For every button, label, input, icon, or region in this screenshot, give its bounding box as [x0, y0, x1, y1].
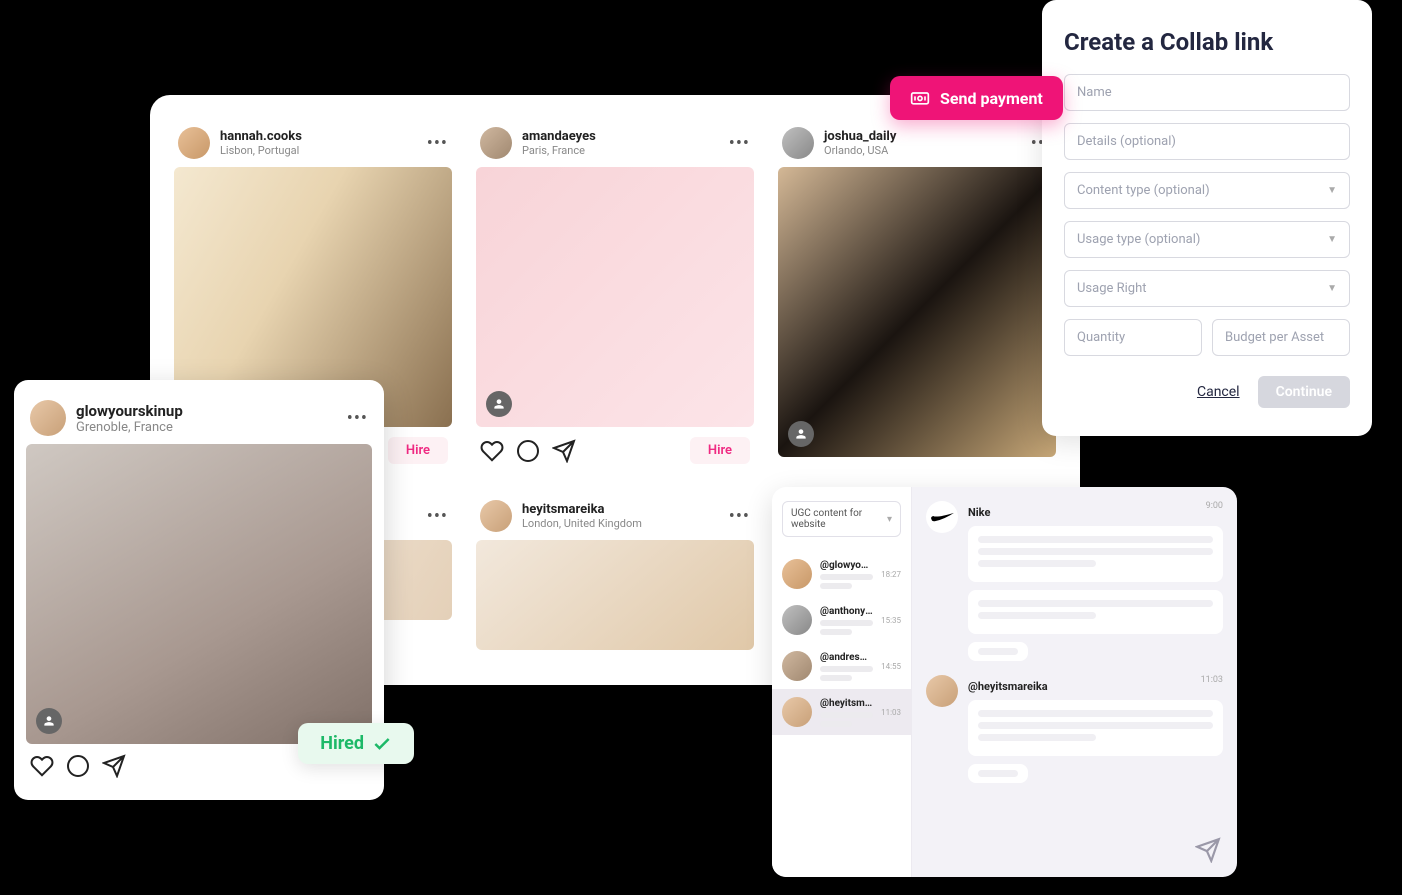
chat-time: 14:55 — [881, 662, 901, 671]
message-bubble — [968, 590, 1223, 634]
post-image[interactable] — [26, 444, 372, 744]
cancel-link[interactable]: Cancel — [1197, 384, 1240, 400]
post-image[interactable] — [778, 167, 1056, 457]
chat-list-item[interactable]: @heyitsmareika 11:03 — [772, 689, 911, 735]
username[interactable]: joshua_daily — [824, 129, 1021, 144]
comment-icon[interactable] — [516, 439, 540, 463]
post-card: heyitsmareika London, United Kingdom ••• — [476, 492, 754, 650]
content-type-select[interactable]: Content type (optional)▼ — [1064, 172, 1350, 209]
location: London, United Kingdom — [522, 517, 719, 530]
more-icon[interactable]: ••• — [347, 408, 368, 429]
location: Lisbon, Portugal — [220, 144, 417, 157]
chevron-down-icon: ▼ — [1327, 283, 1337, 294]
send-payment-button[interactable]: Send payment — [890, 76, 1063, 120]
username[interactable]: heyitsmareika — [522, 502, 719, 517]
message-time: 11:03 — [1201, 675, 1223, 685]
send-payment-label: Send payment — [940, 89, 1043, 108]
chat-time: 11:03 — [881, 708, 901, 717]
chat-list-item[interactable]: @glowyoursk... 18:27 — [772, 551, 911, 597]
payment-icon — [910, 88, 930, 108]
location: Orlando, USA — [824, 144, 1021, 157]
check-icon — [372, 734, 392, 754]
post-image[interactable] — [476, 540, 754, 650]
avatar[interactable] — [480, 500, 512, 532]
avatar — [782, 697, 812, 727]
chat-filter-select[interactable]: UGC content for website ▾ — [782, 501, 901, 537]
quantity-field[interactable]: Quantity — [1064, 319, 1202, 356]
more-icon[interactable]: ••• — [729, 133, 750, 154]
message-sender: Nike — [968, 506, 990, 519]
chat-filter-label: UGC content for website — [791, 508, 887, 530]
chat-thread: Nike 9:00 @heyitsmareika 11:03 — [912, 487, 1237, 877]
avatar — [782, 605, 812, 635]
location: Grenoble, France — [76, 420, 337, 435]
chat-handle: @andresmora... — [820, 652, 873, 663]
chevron-down-icon: ▼ — [1327, 185, 1337, 196]
name-field[interactable]: Name — [1064, 74, 1350, 111]
budget-field[interactable]: Budget per Asset — [1212, 319, 1350, 356]
message-sender: @heyitsmareika — [968, 680, 1048, 693]
chevron-down-icon: ▾ — [887, 514, 892, 525]
message-bubble — [968, 642, 1028, 661]
avatar[interactable] — [782, 127, 814, 159]
chat-time: 18:27 — [881, 570, 901, 579]
chevron-down-icon: ▼ — [1327, 234, 1337, 245]
chat-handle: @glowyoursk... — [820, 560, 873, 571]
post-card: amandaeyes Paris, France ••• Hire — [476, 119, 754, 474]
details-field[interactable]: Details (optional) — [1064, 123, 1350, 160]
avatar — [926, 501, 958, 533]
user-badge-icon — [788, 421, 814, 447]
collab-form-panel: Create a Collab link Name Details (optio… — [1042, 0, 1372, 436]
hired-label: Hired — [320, 733, 364, 754]
avatar[interactable] — [30, 400, 66, 436]
message-bubble — [968, 764, 1028, 783]
chat-panel: UGC content for website ▾ @glowyoursk...… — [772, 487, 1237, 877]
hire-button[interactable]: Hire — [388, 437, 448, 464]
username[interactable]: hannah.cooks — [220, 129, 417, 144]
chat-time: 15:35 — [881, 616, 901, 625]
collab-title: Create a Collab link — [1064, 28, 1350, 56]
featured-post-card: glowyourskinup Grenoble, France ••• Hire… — [14, 380, 384, 800]
share-icon[interactable] — [552, 439, 576, 463]
user-badge-icon — [36, 708, 62, 734]
usage-right-select[interactable]: Usage Right▼ — [1064, 270, 1350, 307]
chat-list-item[interactable]: @andresmora... 14:55 — [772, 643, 911, 689]
post-card: joshua_daily Orlando, USA ••• — [778, 119, 1056, 457]
chat-sidebar: UGC content for website ▾ @glowyoursk...… — [772, 487, 912, 877]
heart-icon[interactable] — [480, 439, 504, 463]
continue-button[interactable]: Continue — [1258, 376, 1350, 408]
chat-handle: @anthonyjuly — [820, 606, 873, 617]
more-icon[interactable]: ••• — [427, 506, 448, 527]
username[interactable]: glowyourskinup — [76, 402, 337, 420]
more-icon[interactable]: ••• — [427, 133, 448, 154]
location: Paris, France — [522, 144, 719, 157]
message-time: 9:00 — [1206, 501, 1223, 511]
hired-badge: Hired — [298, 723, 414, 764]
avatar[interactable] — [480, 127, 512, 159]
message-bubble — [968, 700, 1223, 756]
send-icon[interactable] — [1195, 837, 1221, 863]
usage-type-select[interactable]: Usage type (optional)▼ — [1064, 221, 1350, 258]
message-bubble — [968, 526, 1223, 582]
post-image[interactable] — [476, 167, 754, 427]
more-icon[interactable]: ••• — [729, 506, 750, 527]
user-badge-icon — [486, 391, 512, 417]
avatar — [782, 651, 812, 681]
avatar — [782, 559, 812, 589]
chat-handle: @heyitsmareika — [820, 698, 873, 709]
hire-button[interactable]: Hire — [690, 437, 750, 464]
avatar[interactable] — [178, 127, 210, 159]
share-icon[interactable] — [102, 754, 126, 778]
comment-icon[interactable] — [66, 754, 90, 778]
nike-swoosh-icon — [929, 511, 955, 523]
heart-icon[interactable] — [30, 754, 54, 778]
chat-list-item[interactable]: @anthonyjuly 15:35 — [772, 597, 911, 643]
username[interactable]: amandaeyes — [522, 129, 719, 144]
avatar — [926, 675, 958, 707]
